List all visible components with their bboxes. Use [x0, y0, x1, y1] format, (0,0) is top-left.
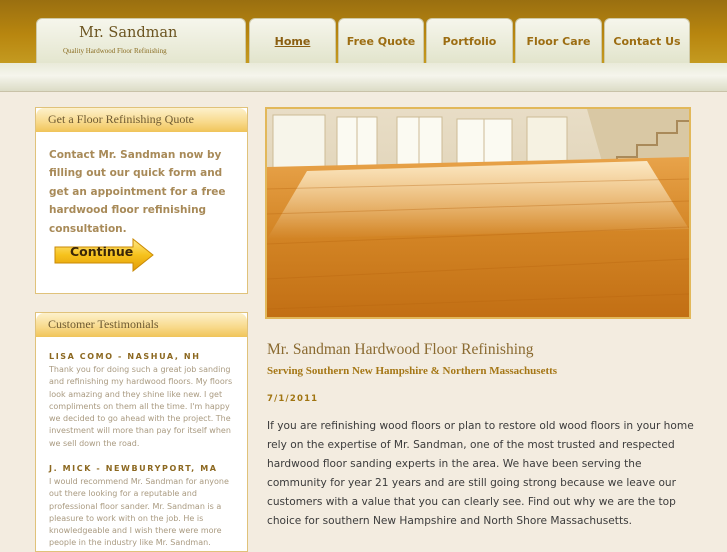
post-date: 7/1/2011 [267, 394, 319, 404]
testimonial-name: J. MICK - NEWBURYPORT, MA [49, 464, 218, 473]
testimonials-panel-title: Customer Testimonials [36, 313, 247, 337]
continue-label: Continue [70, 244, 134, 259]
hero-floor-image [265, 107, 691, 319]
testimonials-panel: Customer Testimonials LISA COMO - NASHUA… [35, 312, 248, 552]
logo-tagline: Quality Hardwood Floor Refinishing [63, 47, 167, 55]
continue-button[interactable]: Continue [53, 238, 155, 272]
testimonial-name: LISA COMO - NASHUA, NH [49, 352, 201, 361]
quote-panel-title: Get a Floor Refinishing Quote [36, 108, 247, 132]
intro-paragraph: If you are refinishing wood floors or pl… [267, 420, 694, 528]
header-strip [0, 63, 727, 92]
nav-contact-us[interactable]: Contact Us [604, 18, 690, 63]
testimonial-text: I would recommend Mr. Sandman for anyone… [49, 477, 229, 548]
nav-floor-care[interactable]: Floor Care [515, 18, 602, 63]
nav-portfolio[interactable]: Portfolio [426, 18, 513, 63]
quote-panel: Get a Floor Refinishing Quote Contact Mr… [35, 107, 248, 294]
page-title: Mr. Sandman Hardwood Floor Refinishing [267, 341, 534, 358]
page-subtitle: Serving Southern New Hampshire & Norther… [267, 365, 558, 377]
quote-panel-text: Contact Mr. Sandman now by filling out o… [49, 149, 226, 235]
nav-home[interactable]: Home [249, 18, 336, 63]
logo-title: Mr. Sandman [79, 25, 178, 41]
nav-free-quote[interactable]: Free Quote [338, 18, 424, 63]
site-logo[interactable]: Mr. Sandman Quality Hardwood Floor Refin… [36, 18, 246, 63]
testimonial-text: Thank you for doing such a great job san… [49, 365, 233, 448]
